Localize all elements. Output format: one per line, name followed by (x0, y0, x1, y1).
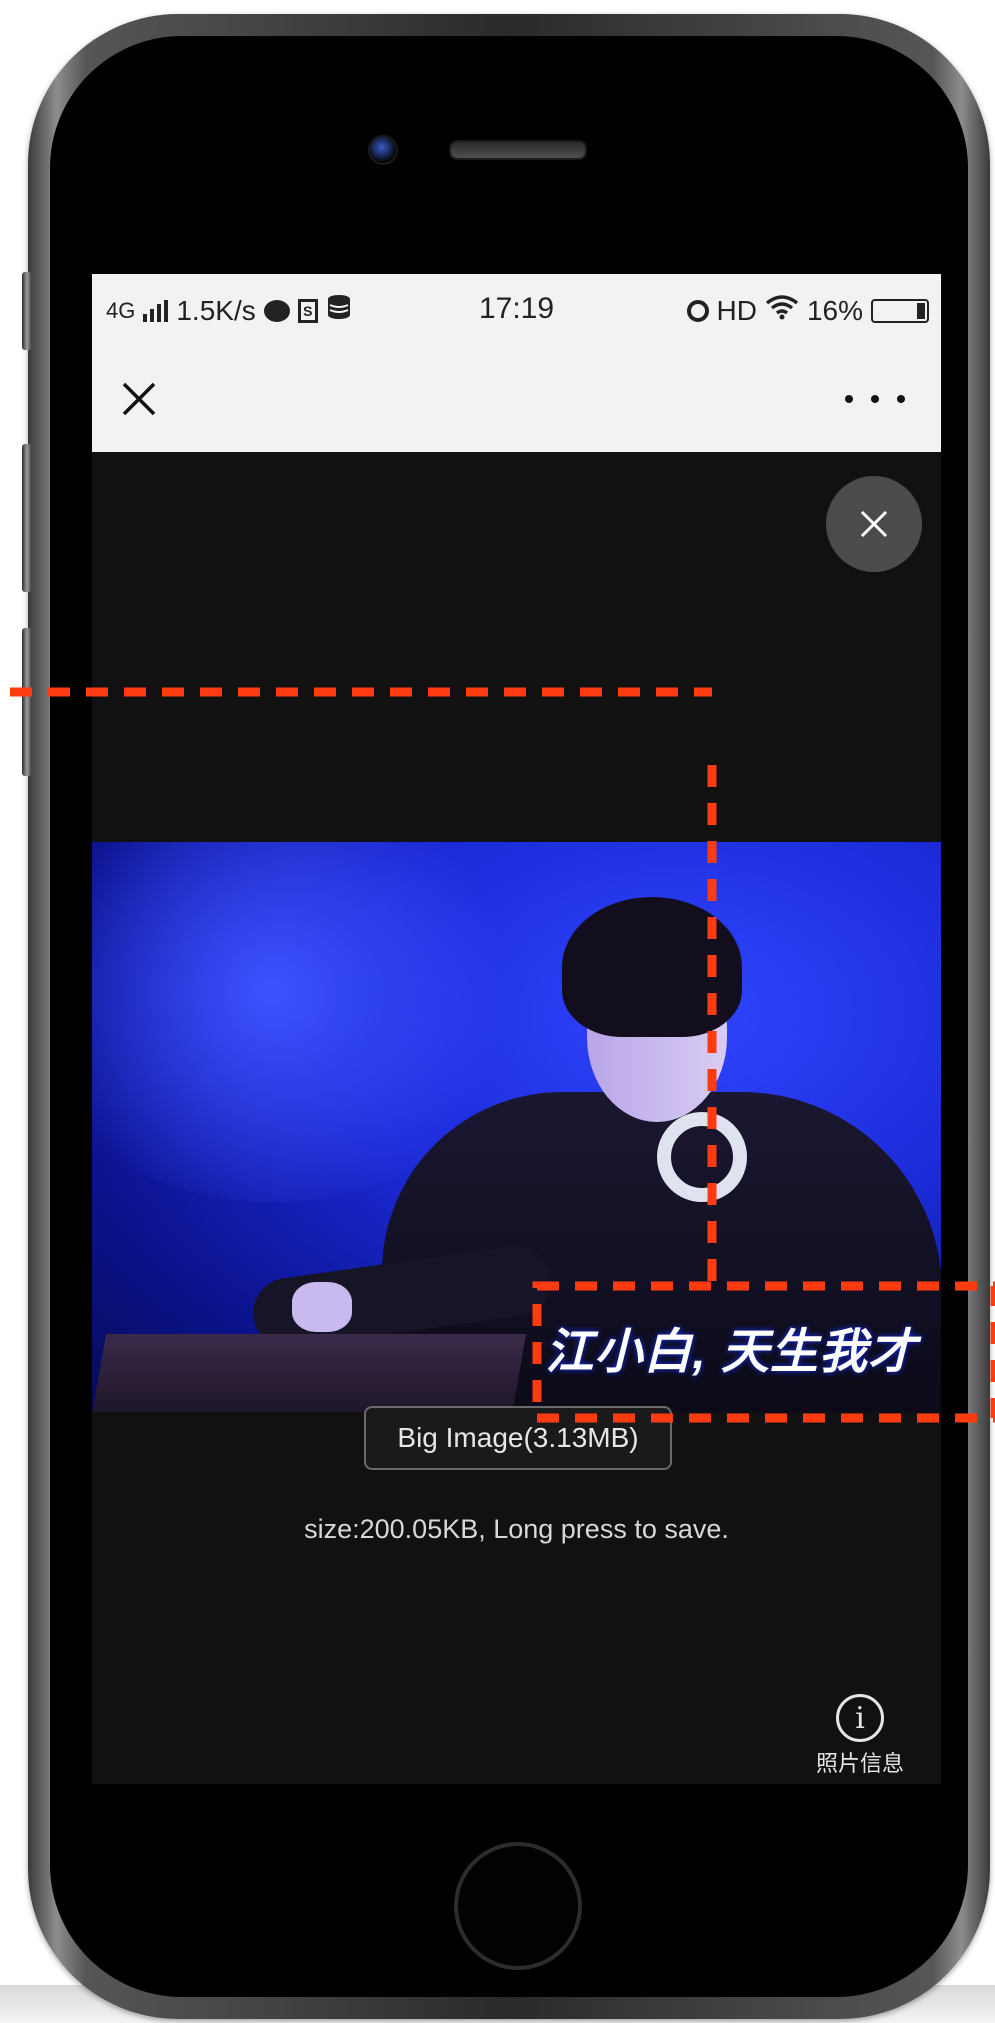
battery-icon (871, 298, 929, 323)
battery-percent: 16% (806, 294, 863, 326)
home-button[interactable] (454, 1842, 582, 1970)
info-icon: i (836, 1694, 884, 1742)
viewer-close-button[interactable] (826, 476, 922, 572)
volume-up-button (22, 444, 32, 592)
phone-screen: 4G 1.5K/s S 17:19 HD 16% 江小白, 天生我才 Big I… (92, 274, 941, 1784)
alarm-icon (686, 299, 709, 322)
photo-watermark-logo: 江小白, 天生我才 (545, 1326, 917, 1379)
more-icon[interactable] (845, 372, 905, 426)
photo-info-button[interactable]: i 照片信息 (800, 1694, 920, 1784)
big-image-button[interactable]: Big Image(3.13MB) (364, 1406, 672, 1470)
photo-info-label: 照片信息 (815, 1751, 904, 1776)
status-right: HD 16% (686, 294, 929, 327)
front-camera (368, 135, 398, 165)
earpiece-speaker (449, 140, 587, 160)
close-icon[interactable] (112, 372, 166, 426)
top-bar (92, 346, 941, 452)
volume-down-button (22, 628, 32, 776)
photo-image[interactable]: 江小白, 天生我才 (92, 842, 941, 1412)
status-bar: 4G 1.5K/s S 17:19 HD 16% (92, 274, 941, 346)
save-hint-text: size:200.05KB, Long press to save. (304, 1514, 729, 1544)
hd-indicator: HD (716, 294, 757, 326)
close-icon (860, 510, 888, 538)
mute-switch (22, 272, 32, 350)
wifi-icon (765, 294, 799, 327)
